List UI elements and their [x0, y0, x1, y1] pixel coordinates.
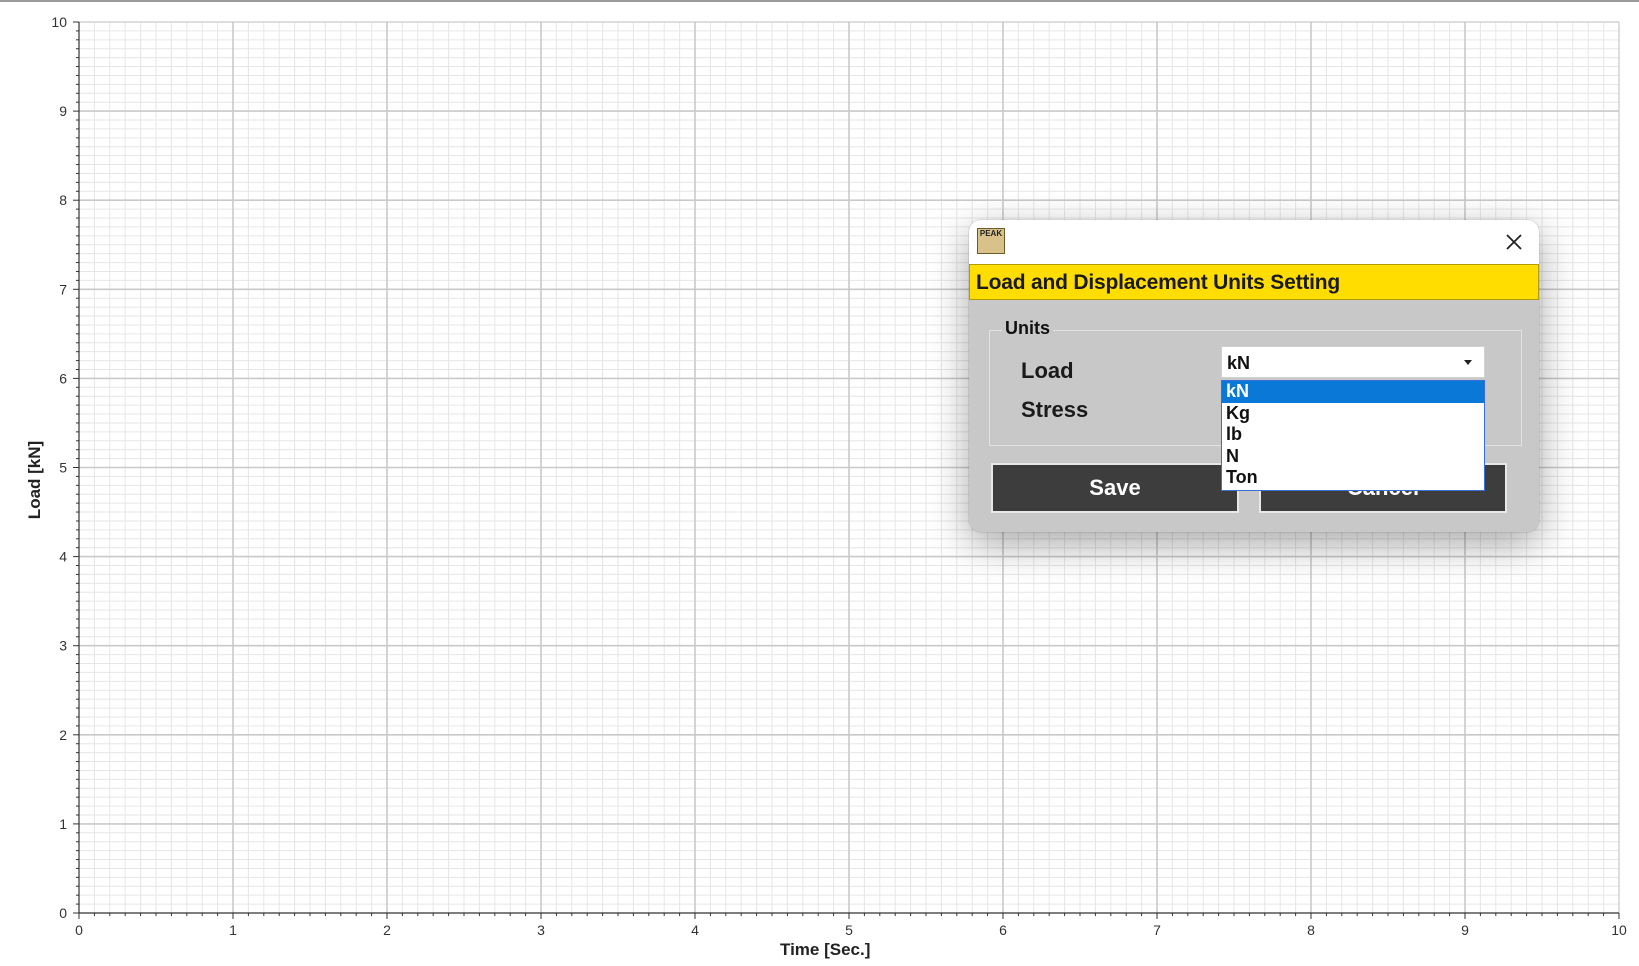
y-tick-label: 7 — [59, 281, 67, 297]
load-unit-select[interactable]: kN — [1221, 346, 1485, 378]
y-tick-label: 2 — [59, 727, 67, 743]
stress-label: Stress — [1021, 397, 1089, 422]
load-unit-value: kN — [1227, 353, 1251, 373]
dropdown-option-lb[interactable]: lb — [1222, 424, 1484, 446]
dialog-title: Load and Displacement Units Setting — [976, 271, 1341, 294]
x-tick-label: 5 — [845, 922, 853, 938]
units-group-label: Units — [1002, 318, 1053, 339]
x-tick-label: 8 — [1307, 922, 1315, 938]
y-tick-label: 4 — [59, 549, 67, 565]
close-button[interactable] — [1499, 228, 1529, 256]
dialog-titlebar[interactable]: PEAK — [969, 220, 1539, 264]
close-icon — [1506, 234, 1522, 250]
y-axis-label: Load [kN] — [25, 440, 45, 520]
y-tick-label: 3 — [59, 638, 67, 654]
load-unit-dropdown-list: kN Kg lb N Ton — [1221, 380, 1485, 491]
save-button[interactable]: Save — [991, 463, 1239, 513]
load-label: Load — [1021, 358, 1074, 383]
x-tick-label: 4 — [691, 922, 699, 938]
dialog-header-band: Load and Displacement Units Setting — [969, 264, 1539, 300]
app-logo-text: PEAK — [979, 229, 1003, 238]
app-logo-icon: PEAK — [977, 228, 1005, 254]
x-tick-labels: 0 1 2 3 4 5 6 7 8 9 10 — [75, 922, 1627, 938]
x-axis-label: Time [Sec.] — [780, 940, 871, 959]
x-tick-label: 9 — [1461, 922, 1469, 938]
x-tick-label: 7 — [1153, 922, 1161, 938]
x-tick-label: 0 — [75, 922, 83, 938]
y-tick-label: 10 — [51, 14, 67, 30]
y-tick-label: 8 — [59, 192, 67, 208]
x-tick-label: 1 — [229, 922, 237, 938]
y-tick-label: 0 — [59, 905, 67, 921]
x-tick-label: 2 — [383, 922, 391, 938]
y-tick-label: 1 — [59, 816, 67, 832]
x-tick-label: 6 — [999, 922, 1007, 938]
dropdown-option-kg[interactable]: Kg — [1222, 403, 1484, 425]
x-tick-label: 3 — [537, 922, 545, 938]
x-tick-label: 10 — [1611, 922, 1627, 938]
dropdown-option-n[interactable]: N — [1222, 446, 1484, 468]
dropdown-option-kn[interactable]: kN — [1222, 381, 1484, 403]
y-tick-label: 6 — [59, 370, 67, 386]
y-tick-label: 5 — [59, 460, 67, 476]
chevron-down-icon[interactable] — [1464, 360, 1472, 365]
y-tick-labels: 0 1 2 3 4 5 6 7 8 9 10 — [51, 14, 67, 921]
dropdown-option-ton[interactable]: Ton — [1222, 467, 1484, 489]
units-setting-dialog: PEAK Load and Displacement Units Setting… — [969, 220, 1539, 532]
y-tick-label: 9 — [59, 103, 67, 119]
